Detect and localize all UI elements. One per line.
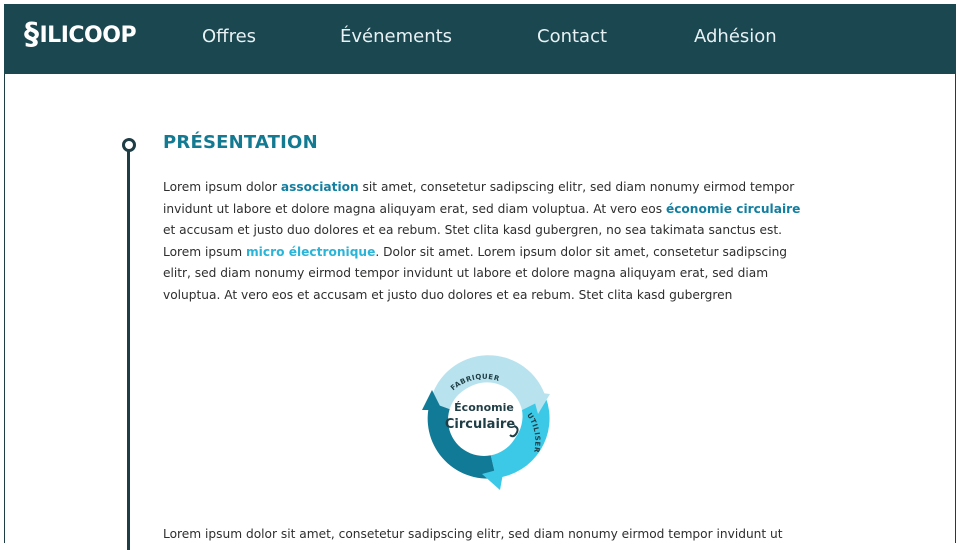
keyword-economie-circulaire: économie circulaire	[665, 201, 801, 216]
section-title: PRÉSENTATION	[163, 132, 318, 153]
diagram-center-line1: Économie	[454, 401, 514, 414]
bottom-paragraph: Lorem ipsum dolor sit amet, consetetur s…	[163, 527, 783, 541]
timeline-line	[127, 140, 130, 550]
site-logo[interactable]: § ILICOOP	[24, 17, 137, 52]
presentation-paragraph: Lorem ipsum dolor association sit amet, …	[163, 177, 813, 306]
top-navbar: § ILICOOP Offres Événements Contact Adhé…	[4, 4, 956, 74]
nav-link-adhesion[interactable]: Adhésion	[694, 26, 777, 47]
paragraph-text-1: Lorem ipsum dolor	[163, 180, 281, 194]
logo-text: ILICOOP	[39, 22, 137, 48]
nav-link-offres[interactable]: Offres	[202, 26, 256, 47]
diagram-center-line2: Circulaire	[445, 417, 515, 432]
nav-link-contact[interactable]: Contact	[537, 26, 607, 47]
nav-link-evenements[interactable]: Événements	[340, 26, 452, 47]
keyword-micro-electronique: micro électronique	[245, 244, 376, 259]
keyword-association: association	[280, 180, 359, 194]
logo-s-mark-icon: §	[24, 17, 39, 52]
timeline-dot-icon	[122, 138, 136, 152]
circular-economy-diagram: Économie Circulaire FABRIQUER UTILISER R…	[422, 355, 550, 490]
